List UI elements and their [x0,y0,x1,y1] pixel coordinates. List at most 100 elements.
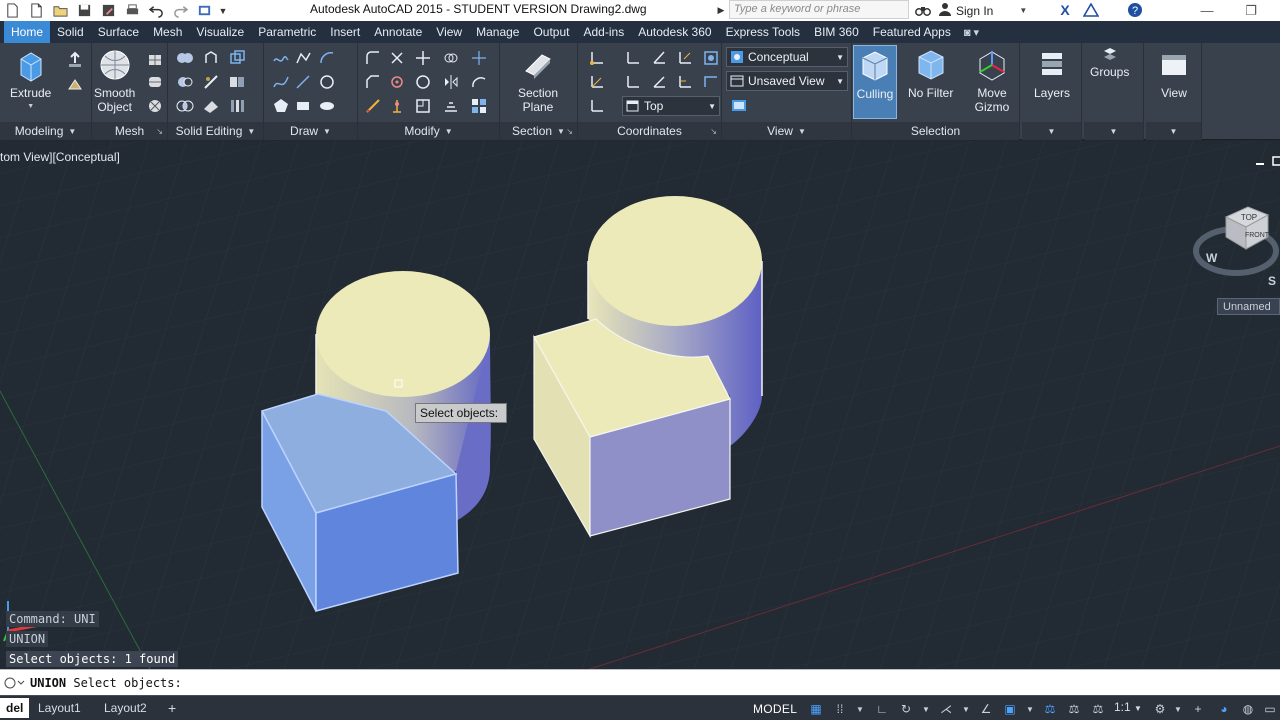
autocad-menu-icon[interactable] [0,0,24,21]
section-plane-button[interactable]: Section Plane [518,47,558,114]
tab-manage[interactable]: Manage [469,21,526,43]
tab-autodesk-360[interactable]: Autodesk 360 [631,21,718,43]
ucs-named-icon[interactable] [588,73,606,91]
ucs-z-icon[interactable] [676,73,694,91]
panel-title-modeling[interactable]: Modeling ▼ [0,122,91,140]
command-prompt-icon[interactable] [0,670,30,696]
no-filter-button[interactable]: No Filter [908,47,953,100]
tab-mesh[interactable]: Mesh [146,21,189,43]
chamfer-icon[interactable] [364,73,382,91]
view-button[interactable]: View [1156,47,1192,100]
annotation-visibility-icon[interactable]: ⚖ [1040,699,1060,719]
ucs-dropdown[interactable]: Top ▼ [622,96,720,116]
offset-icon[interactable] [442,97,460,115]
ucs-x-icon[interactable] [624,73,642,91]
add-layout-button[interactable]: + [162,698,182,718]
tab-layout2[interactable]: Layout2 [98,698,153,718]
interfere-icon[interactable] [202,97,220,115]
rectangle-icon[interactable] [294,97,312,115]
mesh-box-icon[interactable] [146,51,164,69]
circle-icon[interactable] [318,73,336,91]
slice-icon[interactable] [202,73,220,91]
visual-style-dropdown[interactable]: Conceptual ▼ [726,47,848,67]
command-line[interactable]: UNION Select objects: [0,669,1280,695]
hardware-acceleration-icon[interactable]: ◕ [1214,699,1234,719]
polar-icon[interactable]: ↻ [896,699,916,719]
viewport-label[interactable]: tom View][Conceptual] [0,150,120,164]
ucs-object-icon[interactable] [702,49,720,67]
tab-add-ins[interactable]: Add-ins [577,21,632,43]
annotation-scale[interactable]: 1:1 ▼ [1114,700,1142,714]
ucs-3point-icon[interactable] [702,73,720,91]
tab-parametric[interactable]: Parametric [251,21,323,43]
snap-icon[interactable]: ⁞⁞ [830,699,850,719]
polyline-icon[interactable] [294,49,312,67]
ucs-face-icon[interactable] [588,97,606,115]
align-icon[interactable] [388,97,406,115]
mirror-icon[interactable] [442,73,460,91]
ucs-y-icon[interactable] [650,73,668,91]
tab-annotate[interactable]: Annotate [367,21,429,43]
polygon-icon[interactable] [272,97,290,115]
rotate-icon[interactable] [388,73,406,91]
separate-icon[interactable] [228,73,246,91]
tab-solid[interactable]: Solid [50,21,91,43]
object-snap-icon[interactable]: ▣ [1000,699,1020,719]
copy-icon[interactable] [442,49,460,67]
tab-layout1[interactable]: Layout1 [32,698,87,718]
mesh-refine-icon[interactable] [146,97,164,115]
undo-icon[interactable] [144,0,168,21]
culling-button[interactable]: Culling [853,45,897,119]
extrude-button[interactable]: Extrude ▼ [10,47,51,114]
smooth-object-button[interactable]: Smooth Object [94,47,135,114]
viewport-config-icon[interactable] [730,97,748,115]
object-snap-tracking-icon[interactable]: ∠ [976,699,996,719]
panel-title-section[interactable]: Section ▼ ↘ [500,122,577,140]
annotation-autoscale-icon[interactable]: ⚖ [1088,699,1108,719]
stretch-icon[interactable] [470,73,488,91]
array-icon[interactable] [414,97,432,115]
model-scene[interactable] [0,141,1280,669]
tab-output[interactable]: Output [526,21,576,43]
extrude-faces-icon[interactable] [228,49,246,67]
chevron-down-icon[interactable]: ▼ [1168,699,1188,719]
search-input[interactable]: Type a keyword or phrase [729,0,909,19]
binoculars-icon[interactable] [912,1,934,19]
plus-icon[interactable]: + [1188,699,1208,719]
tab-view[interactable]: View [429,21,469,43]
clean-screen-icon[interactable]: ▭ [1260,699,1280,719]
viewcube-front-label[interactable]: FRONT [1245,232,1270,239]
tab-bim-360[interactable]: BIM 360 [807,21,866,43]
line-icon[interactable] [272,49,290,67]
layers-button[interactable]: Layers [1034,47,1070,100]
exchange-apps-icon[interactable]: X [1054,1,1076,19]
workspace-icon[interactable] [192,0,216,21]
help-icon[interactable]: ? [1124,1,1146,19]
panel-title-view-right[interactable]: ▼ [1146,122,1201,140]
tab-express-tools[interactable]: Express Tools [719,21,807,43]
redo-icon[interactable] [168,0,192,21]
model-space-button[interactable]: MODEL [753,699,797,719]
panel-title-modify[interactable]: Modify ▼ [358,122,499,140]
panel-title-coordinates[interactable]: Coordinates ↘ [578,122,721,140]
tab-model[interactable]: del [0,698,30,718]
chevron-down-icon[interactable]: ▼ [850,699,870,719]
ucs-world-icon[interactable] [624,49,642,67]
tab-insert[interactable]: Insert [323,21,367,43]
ucs-icon[interactable] [588,49,606,67]
ucs-view-icon[interactable] [676,49,694,67]
panel-title-layers[interactable]: ▼ [1022,122,1081,140]
isolate-objects-icon[interactable]: ◍ [1238,699,1258,719]
ortho-icon[interactable]: ∟ [872,699,892,719]
ucs-name-menu[interactable]: Unnamed [1217,298,1280,315]
workspace-gear-icon[interactable]: ⚙ [1150,699,1170,719]
panel-title-mesh[interactable]: Mesh ↘ [92,122,167,140]
dialog-launcher-icon[interactable]: ↘ [156,127,163,136]
sign-in-button[interactable]: Sign In ▼ [938,2,1027,19]
restore-button[interactable]: ❐ [1236,0,1266,21]
extract-edges-icon[interactable] [202,49,220,67]
subtract-icon[interactable] [176,73,194,91]
scale-icon[interactable] [364,97,382,115]
print-icon[interactable] [120,0,144,21]
panel-title-selection[interactable]: Selection [852,122,1019,140]
